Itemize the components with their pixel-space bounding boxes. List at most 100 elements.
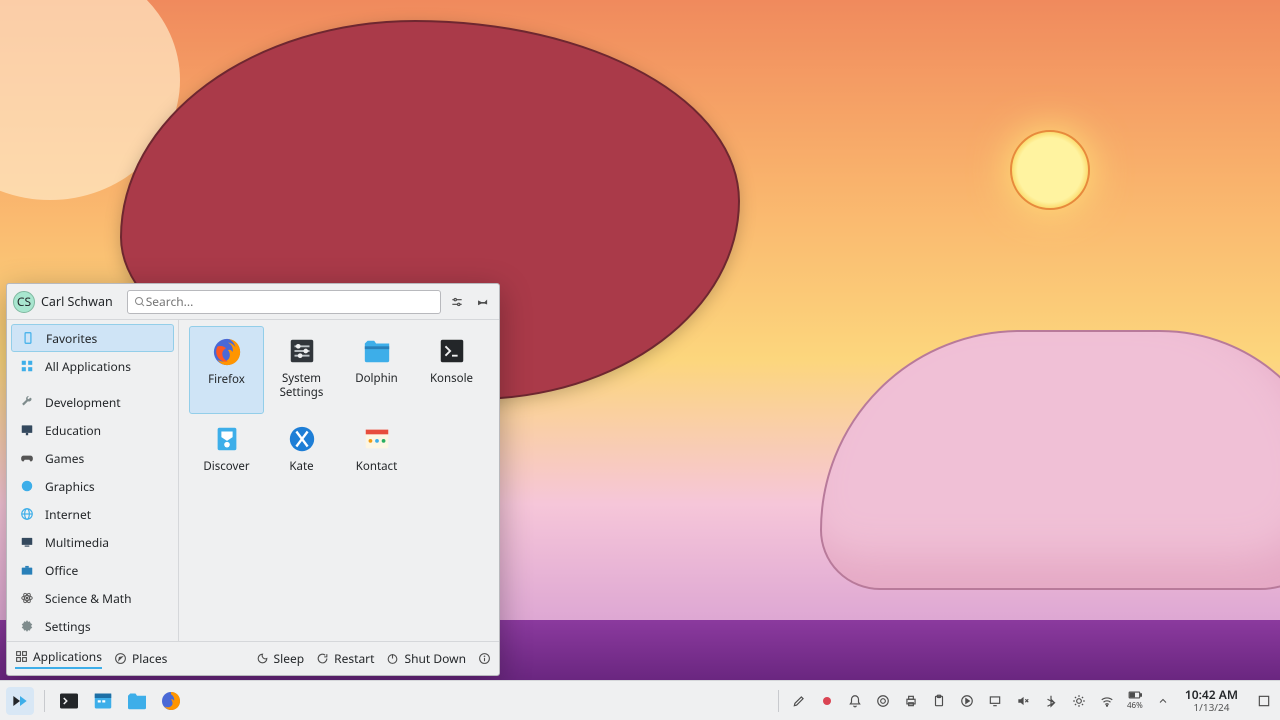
bluetooth-icon[interactable] (1041, 691, 1061, 711)
network-icon[interactable] (1097, 691, 1117, 711)
show-desktop-icon[interactable] (1254, 691, 1274, 711)
app-tile-kate[interactable]: Kate (264, 414, 339, 502)
volume-muted-icon[interactable] (1013, 691, 1033, 711)
globe-icon (19, 506, 35, 522)
grid-icon (15, 650, 28, 663)
more-button[interactable] (478, 652, 491, 665)
search-input[interactable] (146, 293, 434, 310)
launcher-header: CS Carl Schwan (7, 284, 499, 320)
tab-applications[interactable]: Applications (15, 648, 102, 669)
sidebar-item-multimedia[interactable]: Multimedia (11, 528, 174, 556)
tray-expand-icon[interactable] (1153, 691, 1173, 711)
favorites-grid: Firefox System Settings Dolphin Konsole … (179, 320, 499, 641)
sidebar-item-science-math[interactable]: Science & Math (11, 584, 174, 612)
sidebar-item-games[interactable]: Games (11, 444, 174, 472)
sidebar-item-label: Science & Math (45, 590, 132, 607)
sleep-icon (256, 652, 269, 665)
bookmark-icon (20, 330, 36, 346)
category-sidebar: Favorites All Applications Development E… (7, 320, 179, 641)
taskbar-app-dolphin[interactable] (123, 687, 151, 715)
system-tray: 46% (789, 690, 1173, 711)
taskbar-app-calendar[interactable] (89, 687, 117, 715)
kate-icon (287, 424, 317, 454)
sidebar-item-internet[interactable]: Internet (11, 500, 174, 528)
separator (778, 690, 779, 712)
grid-icon (19, 358, 35, 374)
settings-icon (287, 336, 317, 366)
display-icon[interactable] (985, 691, 1005, 711)
power-label: Restart (334, 650, 374, 667)
clock[interactable]: 10:42 AM 1/13/24 (1185, 688, 1238, 713)
tab-label: Applications (33, 648, 102, 665)
user-avatar[interactable]: CS (13, 291, 35, 313)
search-field[interactable] (127, 290, 441, 314)
taskbar: 46% 10:42 AM 1/13/24 (0, 680, 1280, 720)
briefcase-icon (19, 562, 35, 578)
sidebar-item-label: Internet (45, 506, 91, 523)
konsole-icon (437, 336, 467, 366)
discover-icon (212, 424, 242, 454)
battery-icon[interactable]: 46% (1125, 690, 1145, 711)
app-label: Firefox (208, 373, 245, 387)
sidebar-item-all-applications[interactable]: All Applications (11, 352, 174, 380)
clock-date: 1/13/24 (1185, 702, 1238, 714)
sidebar-item-education[interactable]: Education (11, 416, 174, 444)
taskbar-app-firefox[interactable] (157, 687, 185, 715)
battery-level: 46% (1127, 700, 1143, 711)
sidebar-item-label: Graphics (45, 478, 95, 495)
avatar-initials: CS (17, 293, 31, 310)
app-tile-konsole[interactable]: Konsole (414, 326, 489, 414)
printer-icon[interactable] (901, 691, 921, 711)
user-name: Carl Schwan (41, 293, 113, 310)
sidebar-item-label: Games (45, 450, 84, 467)
restart-icon (316, 652, 329, 665)
firefox-icon (212, 337, 242, 367)
tv-icon (19, 534, 35, 550)
gamepad-icon (19, 450, 35, 466)
app-tile-discover[interactable]: Discover (189, 414, 264, 502)
app-label: Dolphin (355, 372, 398, 386)
application-launcher: CS Carl Schwan Favorites All Application… (6, 283, 500, 676)
app-tile-system-settings[interactable]: System Settings (264, 326, 339, 414)
taskbar-app-terminal[interactable] (55, 687, 83, 715)
notifications-icon[interactable] (845, 691, 865, 711)
sidebar-item-label: Favorites (46, 330, 97, 347)
sidebar-item-office[interactable]: Office (11, 556, 174, 584)
separator (44, 690, 45, 712)
sidebar-item-settings[interactable]: Settings (11, 612, 174, 640)
info-icon (478, 652, 491, 665)
app-label: Kontact (356, 460, 397, 474)
app-label: Discover (203, 460, 249, 474)
record-icon[interactable] (817, 691, 837, 711)
sidebar-item-label: All Applications (45, 358, 131, 375)
sidebar-item-graphics[interactable]: Graphics (11, 472, 174, 500)
app-tile-kontact[interactable]: Kontact (339, 414, 414, 502)
kde-connect-icon[interactable] (873, 691, 893, 711)
sidebar-item-label: Office (45, 562, 78, 579)
sleep-button[interactable]: Sleep (256, 650, 305, 667)
search-icon (134, 296, 146, 308)
app-label: Konsole (430, 372, 473, 386)
sidebar-item-favorites[interactable]: Favorites (11, 324, 174, 352)
app-tile-dolphin[interactable]: Dolphin (339, 326, 414, 414)
launcher-button[interactable] (6, 687, 34, 715)
app-tile-firefox[interactable]: Firefox (189, 326, 264, 414)
restart-button[interactable]: Restart (316, 650, 374, 667)
app-label: Kate (289, 460, 313, 474)
pin-icon[interactable] (473, 292, 493, 312)
sidebar-item-label: Development (45, 394, 121, 411)
sidebar-item-development[interactable]: Development (11, 388, 174, 416)
shutdown-button[interactable]: Shut Down (386, 650, 466, 667)
power-icon (386, 652, 399, 665)
configure-icon[interactable] (447, 292, 467, 312)
media-icon[interactable] (957, 691, 977, 711)
compass-icon (114, 652, 127, 665)
power-label: Shut Down (404, 650, 466, 667)
power-label: Sleep (274, 650, 305, 667)
brightness-icon[interactable] (1069, 691, 1089, 711)
tab-places[interactable]: Places (114, 650, 167, 667)
launcher-footer: Applications Places Sleep Restart Shut D… (7, 641, 499, 675)
pen-icon[interactable] (789, 691, 809, 711)
gear-icon (19, 618, 35, 634)
clipboard-icon[interactable] (929, 691, 949, 711)
